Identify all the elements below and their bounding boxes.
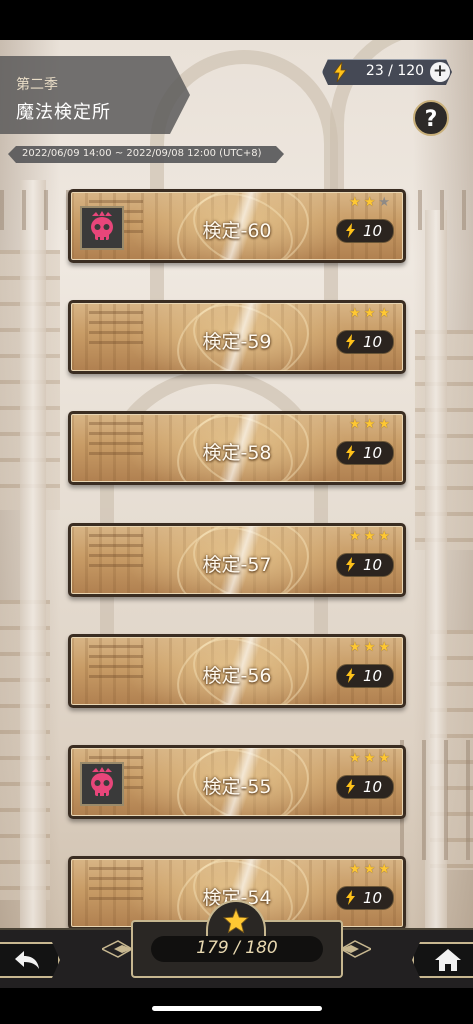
stage-stars: ★★★ bbox=[349, 196, 393, 210]
star-filled-icon: ★ bbox=[378, 417, 393, 432]
add-energy-button[interactable]: + bbox=[430, 62, 450, 82]
star-filled-icon: ★ bbox=[378, 529, 393, 544]
star-filled-icon: ★ bbox=[363, 306, 379, 321]
stage-stars: ★★★ bbox=[349, 863, 393, 877]
energy-cost-value: 10 bbox=[363, 667, 383, 685]
energy-value: 23 / 120 bbox=[365, 63, 425, 79]
energy-cost-value: 10 bbox=[363, 889, 383, 907]
stage-card[interactable]: 検定-60 ★★★ 10 bbox=[68, 189, 406, 263]
star-filled-icon: ★ bbox=[363, 862, 379, 877]
energy-cost: 10 bbox=[336, 553, 394, 577]
lightning-icon bbox=[346, 890, 355, 905]
status-bar bbox=[0, 0, 473, 40]
home-indicator bbox=[152, 1006, 322, 1011]
star-filled-icon: ★ bbox=[349, 529, 364, 544]
lightning-icon bbox=[346, 334, 355, 349]
back-arrow-icon bbox=[15, 951, 39, 969]
star-filled-icon: ★ bbox=[363, 751, 379, 766]
star-filled-icon: ★ bbox=[378, 862, 393, 877]
home-button[interactable] bbox=[412, 942, 473, 978]
energy-cost: 10 bbox=[336, 330, 394, 354]
stage-stars: ★★★ bbox=[349, 530, 393, 544]
lightning-icon bbox=[346, 668, 355, 683]
star-filled-icon: ★ bbox=[378, 306, 393, 321]
star-empty-icon: ★ bbox=[378, 195, 393, 210]
energy-cost-value: 10 bbox=[363, 778, 383, 796]
stage-card[interactable]: 検定-59 ★★★ 10 bbox=[68, 300, 406, 374]
star-progress-value: 179 / 180 bbox=[196, 938, 278, 958]
lightning-icon bbox=[346, 779, 355, 794]
right-ornament bbox=[341, 940, 371, 958]
stage-card[interactable]: 検定-55 ★★★ 10 bbox=[68, 745, 406, 819]
star-filled-icon: ★ bbox=[363, 640, 379, 655]
energy-cost-value: 10 bbox=[363, 333, 383, 351]
page-title: 魔法検定所 bbox=[16, 102, 111, 123]
stage-stars: ★★★ bbox=[349, 418, 393, 432]
help-button[interactable]: ? bbox=[413, 100, 449, 136]
lightning-icon bbox=[346, 223, 355, 238]
stage-card[interactable]: 検定-57 ★★★ 10 bbox=[68, 523, 406, 597]
event-period: 2022/06/09 14:00 ~ 2022/09/08 12:00 (UTC… bbox=[22, 148, 262, 159]
home-icon bbox=[435, 949, 461, 971]
stage-stars: ★★★ bbox=[349, 752, 393, 766]
back-button[interactable] bbox=[0, 942, 60, 978]
stage-stars: ★★★ bbox=[349, 307, 393, 321]
star-filled-icon: ★ bbox=[363, 417, 379, 432]
energy-cost-value: 10 bbox=[363, 444, 383, 462]
lightning-icon bbox=[346, 445, 355, 460]
star-filled-icon: ★ bbox=[349, 751, 364, 766]
energy-cost: 10 bbox=[336, 664, 394, 688]
energy-cost: 10 bbox=[336, 775, 394, 799]
season-label: 第二季 bbox=[16, 77, 58, 93]
stage-card[interactable]: 検定-58 ★★★ 10 bbox=[68, 411, 406, 485]
left-ornament bbox=[102, 940, 132, 958]
energy-cost: 10 bbox=[336, 441, 394, 465]
star-icon bbox=[223, 908, 249, 934]
energy-cost: 10 bbox=[336, 219, 394, 243]
energy-cost-value: 10 bbox=[363, 556, 383, 574]
lightning-icon bbox=[333, 62, 347, 82]
star-filled-icon: ★ bbox=[349, 306, 364, 321]
star-filled-icon: ★ bbox=[363, 195, 379, 210]
star-filled-icon: ★ bbox=[363, 529, 379, 544]
star-filled-icon: ★ bbox=[349, 862, 364, 877]
star-filled-icon: ★ bbox=[378, 751, 393, 766]
stage-card[interactable]: 検定-56 ★★★ 10 bbox=[68, 634, 406, 708]
star-filled-icon: ★ bbox=[378, 640, 393, 655]
star-filled-icon: ★ bbox=[349, 640, 364, 655]
star-filled-icon: ★ bbox=[349, 417, 364, 432]
stage-stars: ★★★ bbox=[349, 641, 393, 655]
energy-cost: 10 bbox=[336, 886, 394, 910]
lightning-icon bbox=[346, 557, 355, 572]
energy-cost-value: 10 bbox=[363, 222, 383, 240]
star-filled-icon: ★ bbox=[349, 195, 364, 210]
